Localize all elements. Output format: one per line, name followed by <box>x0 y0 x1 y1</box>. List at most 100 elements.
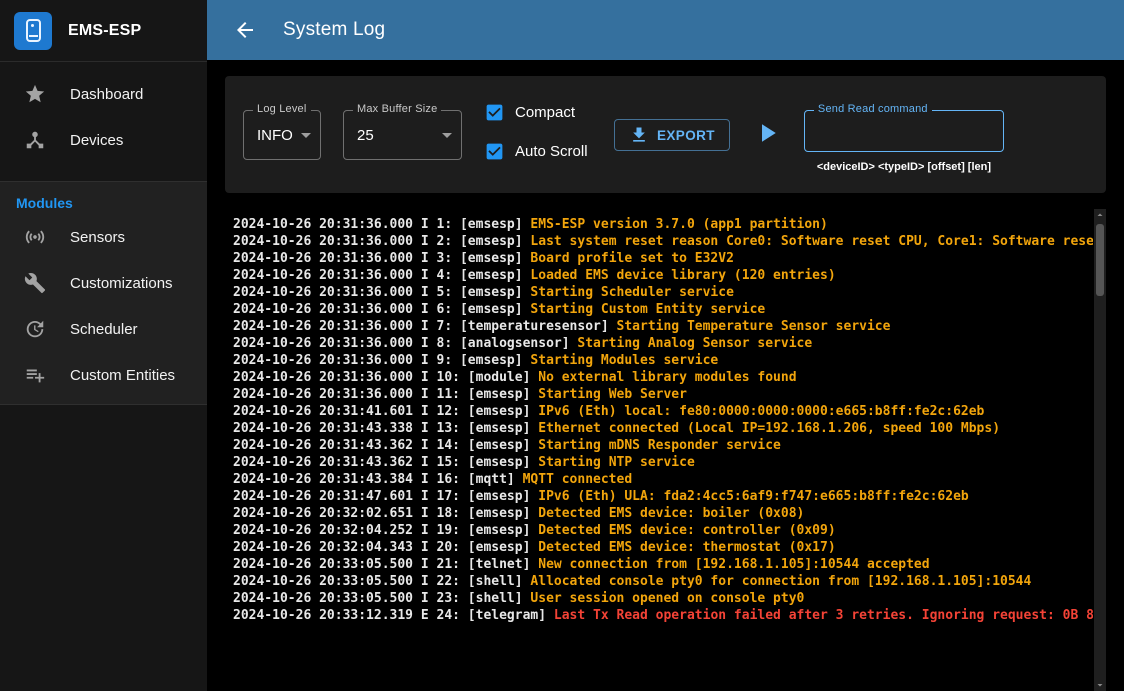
log-line: 2024-10-26 20:31:43.362 I 15: [emsesp] S… <box>233 454 1093 471</box>
log-line: 2024-10-26 20:33:05.500 I 23: [shell] Us… <box>233 590 1093 607</box>
play-icon <box>752 118 782 148</box>
log-line-meta: 2024-10-26 20:33:12.319 E 24: [telegram] <box>233 608 554 623</box>
log-line-meta: 2024-10-26 20:31:36.000 I 4: [emsesp] <box>233 268 530 283</box>
log-line-message: New connection from [192.168.1.105]:1054… <box>538 557 929 572</box>
log-line-meta: 2024-10-26 20:31:36.000 I 11: [emsesp] <box>233 387 538 402</box>
log-level-label: Log Level <box>253 103 311 115</box>
log-line-message: User session opened on console pty0 <box>530 591 804 606</box>
log-line-meta: 2024-10-26 20:31:41.601 I 12: [emsesp] <box>233 404 538 419</box>
sidebar-item-label: Sensors <box>70 229 125 246</box>
log-line-message: Detected EMS device: controller (0x09) <box>538 523 835 538</box>
max-buffer-value: 25 <box>357 127 374 144</box>
max-buffer-select[interactable]: Max Buffer Size 25 <box>343 110 462 160</box>
log-line: 2024-10-26 20:31:43.338 I 13: [emsesp] E… <box>233 420 1093 437</box>
log-line: 2024-10-26 20:31:47.601 I 17: [emsesp] I… <box>233 488 1093 505</box>
main: System Log Log Level INFO Max Buffer Siz… <box>207 0 1124 691</box>
sidebar-item-scheduler[interactable]: Scheduler <box>0 306 207 352</box>
log-line: 2024-10-26 20:31:36.000 I 11: [emsesp] S… <box>233 386 1093 403</box>
app-logo <box>14 12 52 50</box>
sidebar-item-custom-entities[interactable]: Custom Entities <box>0 352 207 398</box>
log-line-message: MQTT connected <box>523 472 633 487</box>
app-root: EMS-ESP DashboardDevices Modules Sensors… <box>0 0 1124 691</box>
log-line-message: Starting Temperature Sensor service <box>617 319 891 334</box>
sidebar-header: EMS-ESP <box>0 0 207 62</box>
log-line-meta: 2024-10-26 20:32:04.252 I 19: [emsesp] <box>233 523 538 538</box>
sensors-icon <box>24 226 46 248</box>
sidebar: EMS-ESP DashboardDevices Modules Sensors… <box>0 0 207 691</box>
log-line-message: Starting NTP service <box>538 455 695 470</box>
export-label: EXPORT <box>657 128 715 143</box>
send-read-field: Send Read command <box>804 110 1004 152</box>
log-line: 2024-10-26 20:31:36.000 I 8: [analogsens… <box>233 335 1093 352</box>
sidebar-nav-modules: Sensors Customizations Scheduler Custom Ent… <box>0 214 207 398</box>
log-line-message: Loaded EMS device library (120 entries) <box>530 268 835 283</box>
checkbox-auto-scroll[interactable]: Auto Scroll <box>484 141 592 162</box>
log-line: 2024-10-26 20:33:05.500 I 21: [telnet] N… <box>233 556 1093 573</box>
log-line: 2024-10-26 20:31:36.000 I 6: [emsesp] St… <box>233 301 1093 318</box>
playlist-add-icon <box>24 364 46 386</box>
log-line-message: Starting Custom Entity service <box>530 302 765 317</box>
log-line: 2024-10-26 20:31:36.000 I 2: [emsesp] La… <box>233 233 1093 250</box>
checkbox-checked-icon <box>484 141 505 162</box>
send-read-group: Send Read command <deviceID> <typeID> [o… <box>804 96 1004 173</box>
log-line: 2024-10-26 20:31:36.000 I 5: [emsesp] St… <box>233 284 1093 301</box>
log-level-select[interactable]: Log Level INFO <box>243 110 321 160</box>
scroll-up-icon[interactable] <box>1094 209 1106 221</box>
app-title: EMS-ESP <box>68 22 141 40</box>
log-output: 2024-10-26 20:31:36.000 I 1: [emsesp] EM… <box>225 209 1093 691</box>
log-line: 2024-10-26 20:31:36.000 I 3: [emsesp] Bo… <box>233 250 1093 267</box>
log-line-message: Ethernet connected (Local IP=192.168.1.2… <box>538 421 1000 436</box>
send-read-submit-button[interactable] <box>752 118 782 148</box>
arrow-back-icon <box>233 18 257 42</box>
log-line-message: Board profile set to E32V2 <box>530 251 734 266</box>
page-title: System Log <box>283 19 385 41</box>
sidebar-item-devices[interactable]: Devices <box>0 117 207 163</box>
chevron-down-icon <box>294 123 318 147</box>
send-read-input[interactable] <box>815 122 993 140</box>
log-line: 2024-10-26 20:33:12.319 E 24: [telegram]… <box>233 607 1093 624</box>
log-line-meta: 2024-10-26 20:31:36.000 I 3: [emsesp] <box>233 251 530 266</box>
sidebar-item-label: Custom Entities <box>70 367 175 384</box>
log-line-meta: 2024-10-26 20:31:36.000 I 7: [temperatur… <box>233 319 617 334</box>
log-line: 2024-10-26 20:31:36.000 I 9: [emsesp] St… <box>233 352 1093 369</box>
sidebar-item-sensors[interactable]: Sensors <box>0 214 207 260</box>
log-line: 2024-10-26 20:31:36.000 I 1: [emsesp] EM… <box>233 216 1093 233</box>
log-line: 2024-10-26 20:32:02.651 I 18: [emsesp] D… <box>233 505 1093 522</box>
log-line-meta: 2024-10-26 20:31:43.362 I 14: [emsesp] <box>233 438 538 453</box>
update-icon <box>24 318 46 340</box>
log-line-meta: 2024-10-26 20:33:05.500 I 23: [shell] <box>233 591 530 606</box>
scrollbar-thumb[interactable] <box>1096 224 1104 296</box>
back-button[interactable] <box>233 18 257 42</box>
log-line-meta: 2024-10-26 20:31:36.000 I 1: [emsesp] <box>233 217 530 232</box>
log-panel: 2024-10-26 20:31:36.000 I 1: [emsesp] EM… <box>225 209 1106 691</box>
sidebar-item-dashboard[interactable]: Dashboard <box>0 71 207 117</box>
modules-header: Modules <box>0 182 207 214</box>
log-line: 2024-10-26 20:33:05.500 I 22: [shell] Al… <box>233 573 1093 590</box>
checkbox-label: Compact <box>515 104 575 121</box>
log-line-meta: 2024-10-26 20:31:43.338 I 13: [emsesp] <box>233 421 538 436</box>
log-line-meta: 2024-10-26 20:31:36.000 I 8: [analogsens… <box>233 336 577 351</box>
content: Log Level INFO Max Buffer Size 25 Compac… <box>207 60 1124 691</box>
log-line: 2024-10-26 20:32:04.343 I 20: [emsesp] D… <box>233 539 1093 556</box>
log-controls-card: Log Level INFO Max Buffer Size 25 Compac… <box>225 76 1106 193</box>
log-line-meta: 2024-10-26 20:33:05.500 I 22: [shell] <box>233 574 530 589</box>
device-hub-icon <box>24 129 46 151</box>
log-line-meta: 2024-10-26 20:31:43.362 I 15: [emsesp] <box>233 455 538 470</box>
checkbox-checked-icon <box>484 102 505 123</box>
checkbox-label: Auto Scroll <box>515 143 588 160</box>
log-line-message: Starting Web Server <box>538 387 687 402</box>
log-scrollbar[interactable] <box>1094 209 1106 691</box>
export-button[interactable]: EXPORT <box>614 119 730 151</box>
checkbox-compact[interactable]: Compact <box>484 102 592 123</box>
star-icon <box>24 83 46 105</box>
send-read-hint: <deviceID> <typeID> [offset] [len] <box>804 161 1004 173</box>
log-line-meta: 2024-10-26 20:31:43.384 I 16: [mqtt] <box>233 472 523 487</box>
log-line: 2024-10-26 20:31:36.000 I 4: [emsesp] Lo… <box>233 267 1093 284</box>
log-line-message: IPv6 (Eth) local: fe80:0000:0000:0000:e6… <box>538 404 984 419</box>
sidebar-item-label: Customizations <box>70 275 173 292</box>
log-line-message: Detected EMS device: boiler (0x08) <box>538 506 804 521</box>
sidebar-item-customizations[interactable]: Customizations <box>0 260 207 306</box>
scroll-down-icon[interactable] <box>1094 679 1106 691</box>
wrench-icon <box>24 272 46 294</box>
boiler-icon <box>26 19 41 42</box>
